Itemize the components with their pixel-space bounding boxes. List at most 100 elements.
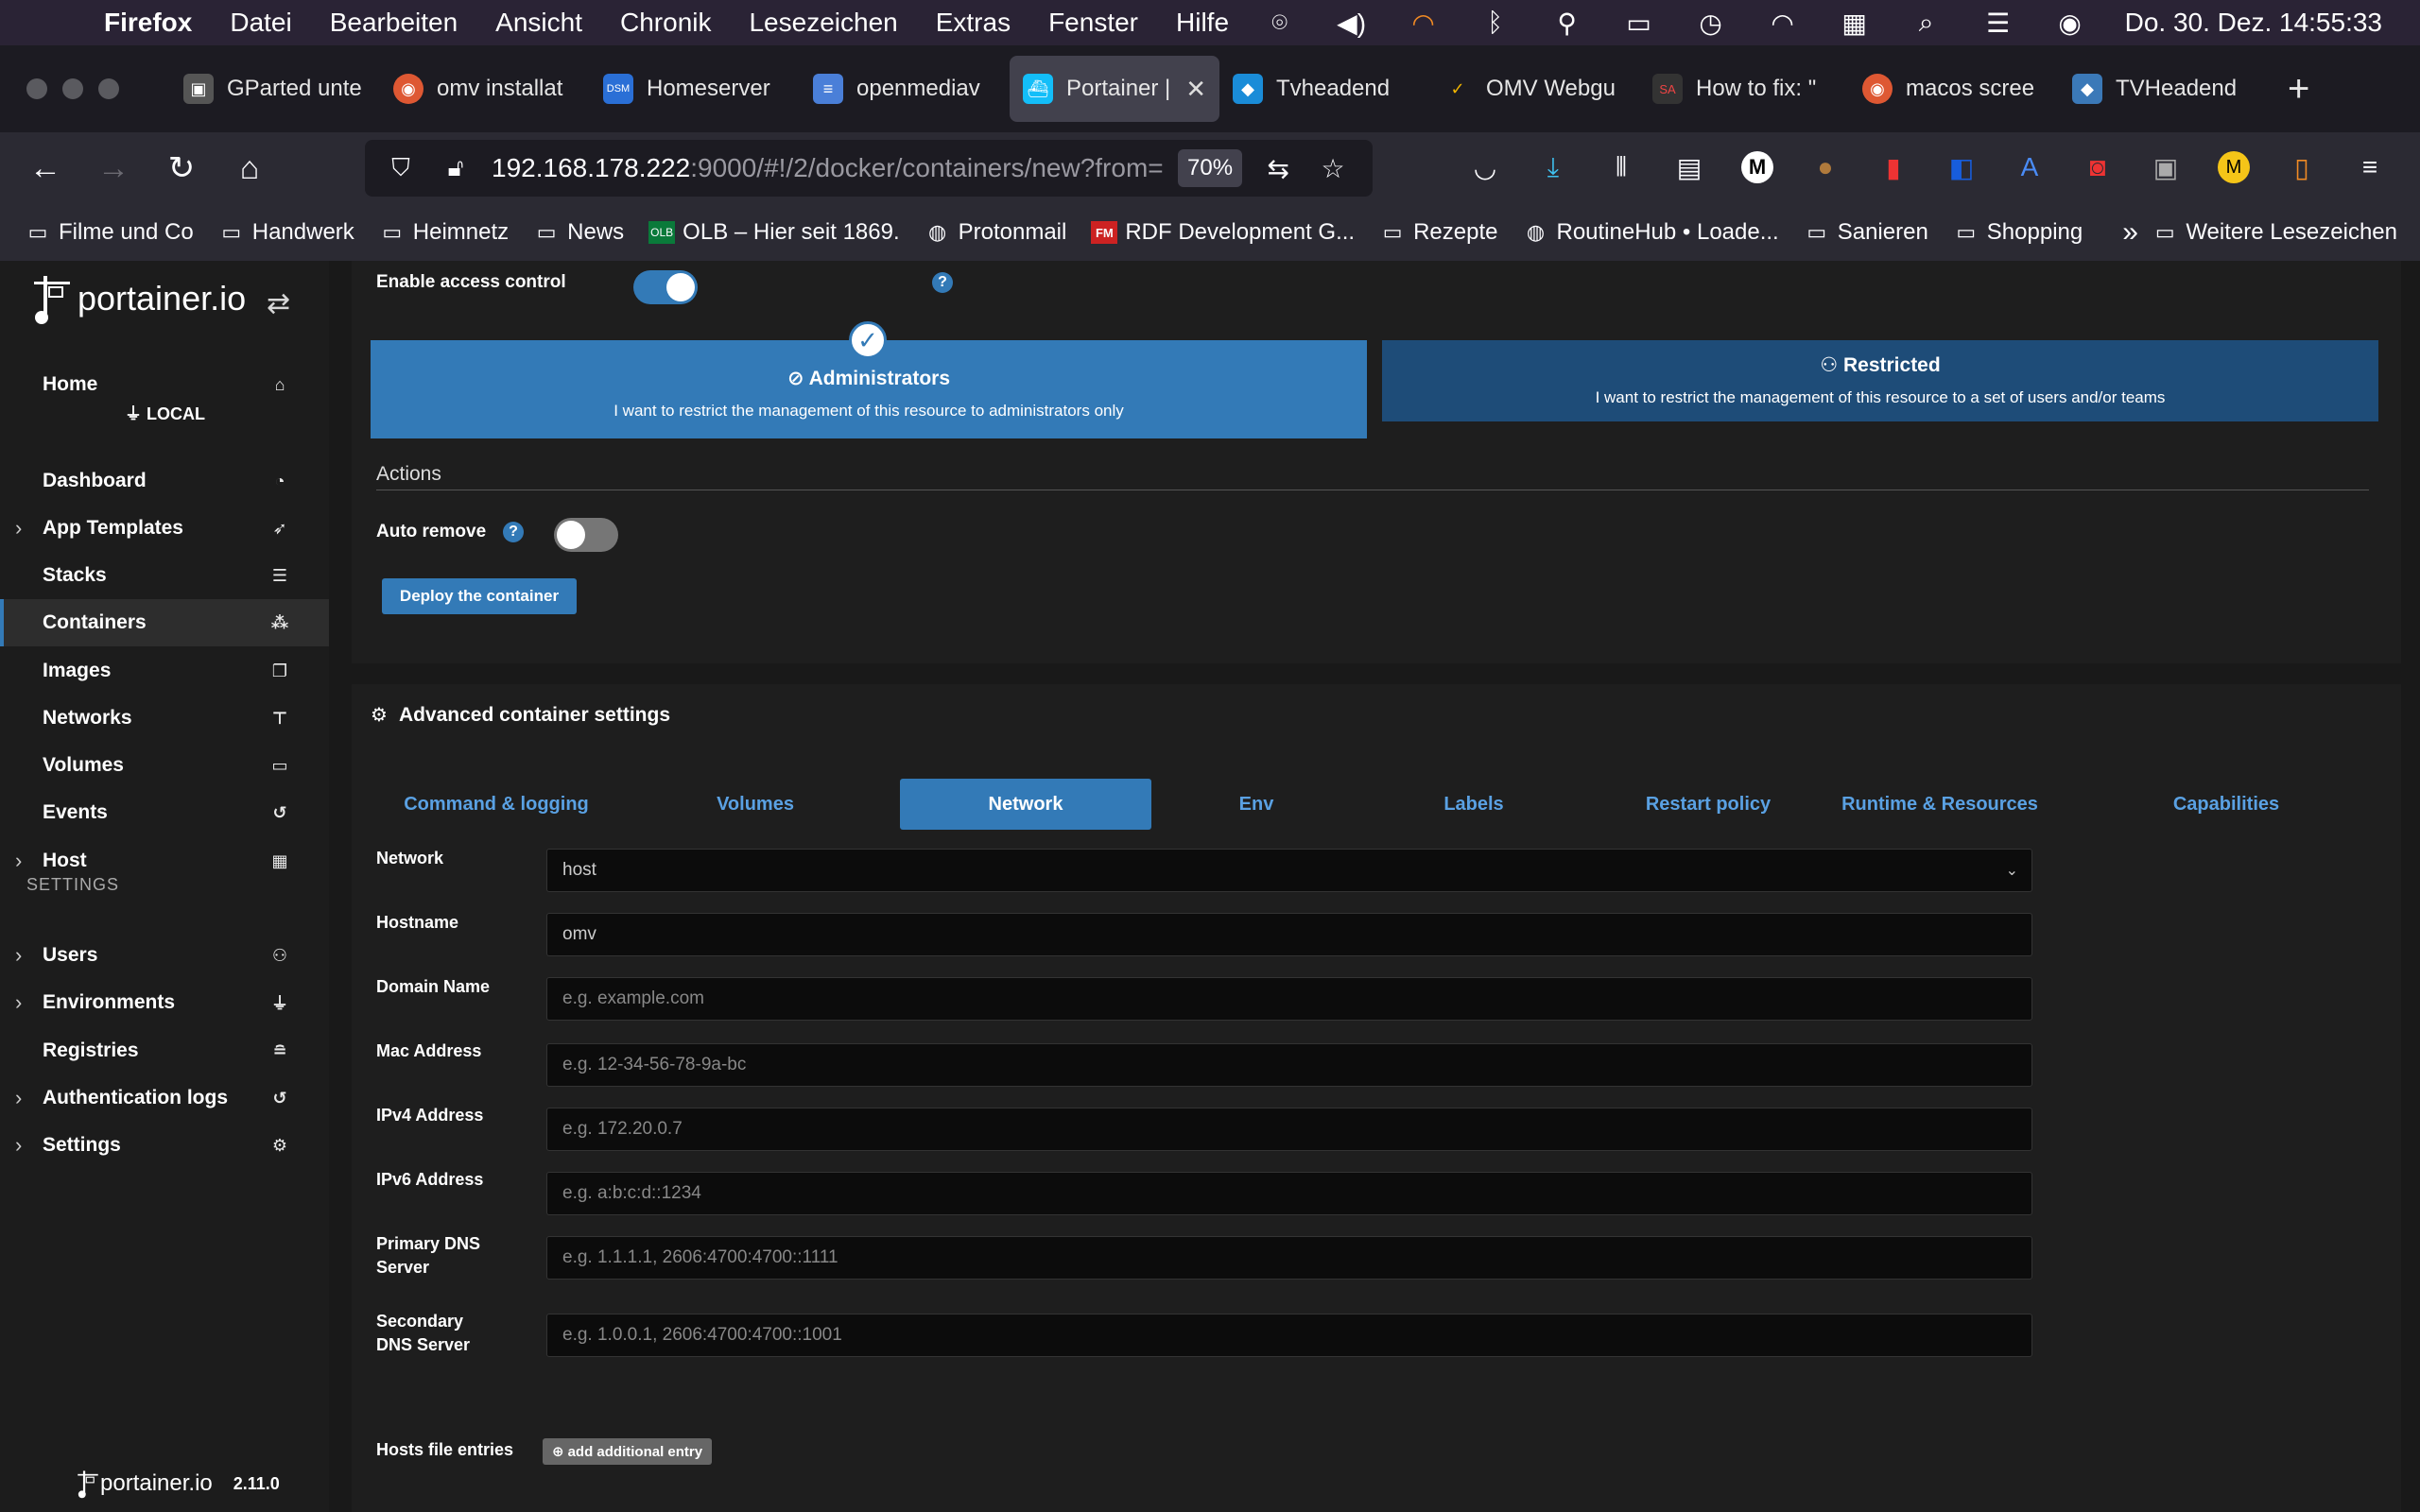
location-icon[interactable]: ⌾ [1263,8,1297,37]
hostname-input[interactable]: omv [546,913,2032,956]
hamburger-menu-icon[interactable]: ≡ [2348,146,2392,189]
menu-datei[interactable]: Datei [230,8,291,38]
menu-fenster[interactable]: Fenster [1048,8,1138,38]
menu-lesezeichen[interactable]: Lesezeichen [749,8,897,38]
bookmark-folder[interactable]: ▭ Sanieren [1804,219,1927,246]
tab-runtime-resources[interactable]: Runtime & Resources [1798,779,2082,830]
browser-tab-tvheadend[interactable]: ◆ Tvheadend [1219,56,1429,122]
bookmark-link[interactable]: FM RDF Development G... [1091,219,1355,246]
sidebar-item-registries[interactable]: Registries ≘ [0,1027,329,1074]
address-bar[interactable]: ⛉ 🔓︎ 192.168.178.222:9000/#!/2/docker/co… [365,140,1373,197]
sidebar-item-images[interactable]: Images ❐ [0,647,329,695]
sidebar-item-events[interactable]: Events ↺ [0,789,329,836]
sidebar-item-volumes[interactable]: Volumes ▭ [0,742,329,789]
ipv6-address-input[interactable]: e.g. a:b:c:d::1234 [546,1172,2032,1215]
extension-translate-icon[interactable]: A [2008,146,2051,189]
bookmark-folder[interactable]: ▭ Rezepte [1379,219,1498,246]
tab-restart-policy[interactable]: Restart policy [1582,779,1834,830]
browser-tab-omv-webgui[interactable]: ✓ OMV Webgu [1429,56,1639,122]
tab-labels[interactable]: Labels [1348,779,1599,830]
zoom-window-button[interactable] [98,78,119,99]
extension-trash-icon[interactable]: ▯ [2280,146,2324,189]
browser-tab-macos-screenshot[interactable]: ◉ macos scree [1849,56,2059,122]
bookmark-link[interactable]: OLB OLB – Hier seit 1869. [648,219,900,246]
secondary-dns-input[interactable]: e.g. 1.0.0.1, 2606:4700:4700::1001 [546,1314,2032,1357]
sidebar-item-networks[interactable]: Networks ⊤ [0,695,329,742]
clock[interactable]: Do. 30. Dez. 14:55:33 [2125,8,2382,38]
menu-extras[interactable]: Extras [936,8,1011,38]
broom-icon[interactable]: ⚲ [1550,9,1584,38]
menu-ansicht[interactable]: Ansicht [495,8,582,38]
browser-tab-omv-install[interactable]: ◉ omv installat [380,56,590,122]
bookmark-folder-other[interactable]: ▭ Weitere Lesezeichen [2152,219,2397,246]
extension-camera-icon[interactable]: ◙ [2076,146,2119,189]
bookmark-folder[interactable]: ▭ News [533,219,624,246]
menu-hilfe[interactable]: Hilfe [1176,8,1229,38]
tab-env[interactable]: Env [1131,779,1382,830]
ipv4-address-input[interactable]: e.g. 172.20.0.7 [546,1108,2032,1151]
add-additional-entry-button[interactable]: ⊕ add additional entry [543,1438,713,1465]
tab-capabilities[interactable]: Capabilities [2100,779,2352,830]
help-icon[interactable]: ? [503,522,524,542]
browser-tab-homeserver[interactable]: DSM Homeserver [590,56,800,122]
domain-name-input[interactable]: e.g. example.com [546,977,2032,1021]
reload-icon[interactable]: ↻ [159,146,204,191]
forward-arrow-icon[interactable]: → [91,146,136,191]
more-bookmarks-chevron-icon[interactable]: » [2122,216,2138,249]
sidebar-item-containers[interactable]: Containers ⁂ [0,599,329,646]
back-arrow-icon[interactable]: ← [23,146,68,191]
new-tab-icon[interactable]: + [2288,68,2309,111]
minimize-window-button[interactable] [62,78,83,99]
network-select[interactable]: host ⌄ [546,849,2032,892]
restricted-option[interactable]: ⚇ Restricted I want to restrict the mana… [1382,340,2378,421]
keyboard-icon[interactable]: ▦ [1838,9,1872,38]
menu-bearbeiten[interactable]: Bearbeiten [330,8,458,38]
browser-tab-portainer[interactable]: ⛴ Portainer | ✕ [1010,56,1219,122]
sidebar-icon[interactable]: ▤ [1668,146,1711,189]
pocket-icon[interactable]: ◡ [1463,146,1507,189]
bookmark-star-icon[interactable]: ☆ [1314,153,1352,184]
home-icon[interactable]: ⌂ [227,146,272,191]
library-icon[interactable]: ⫴ [1599,146,1643,189]
browser-tab-gparted[interactable]: ▣ GParted unte [170,56,380,122]
extension-red-badge-icon[interactable]: ▮ [1872,146,1915,189]
help-icon[interactable]: ? [932,272,953,293]
battery-icon[interactable]: ▭ [1622,9,1656,38]
url-text[interactable]: 192.168.178.222:9000/#!/2/docker/contain… [492,153,1172,183]
bookmark-folder[interactable]: ▭ Handwerk [218,219,354,246]
spotlight-search-icon[interactable]: ⌕ [1910,8,1944,37]
extension-yellow-m-icon[interactable]: M [2218,151,2250,183]
apple-icon[interactable] [38,6,72,40]
bookmark-folder[interactable]: ▭ Heimnetz [379,219,509,246]
auto-remove-toggle[interactable] [554,518,618,552]
sidebar-item-authentication-logs[interactable]: › Authentication logs ↺ [0,1074,329,1122]
downloads-icon[interactable]: ⤓ [1531,146,1575,189]
swap-endpoint-icon[interactable]: ⇄ [267,287,290,320]
tab-command-logging[interactable]: Command & logging [371,779,622,830]
bookmark-folder[interactable]: ▭ Shopping [1953,219,2083,246]
sidebar-item-app-templates[interactable]: › App Templates ➶ [0,505,329,552]
shield-icon[interactable]: ⛉ [382,153,420,183]
sidebar-item-dashboard[interactable]: Dashboard ◔ [0,457,329,505]
sidebar-item-settings[interactable]: › Settings ⚙ [0,1122,329,1169]
browser-tab-openmediavault[interactable]: ≡ openmediav [800,56,1010,122]
volume-icon[interactable]: ◀) [1335,9,1369,38]
primary-dns-input[interactable]: e.g. 1.1.1.1, 2606:4700:4700::1111 [546,1236,2032,1280]
browser-tab-how-to-fix[interactable]: SA How to fix: " [1639,56,1849,122]
sidebar-item-users[interactable]: › Users ⚇ [0,932,329,979]
close-tab-icon[interactable]: ✕ [1185,75,1206,104]
bookmark-link[interactable]: ◍ Protonmail [925,219,1066,246]
time-machine-icon[interactable]: ◷ [1694,9,1728,38]
tab-volumes[interactable]: Volumes [630,779,881,830]
browser-tab-tvheadend-2[interactable]: ◆ TVHeadend [2059,56,2269,122]
extension-bitwarden-icon[interactable]: ◧ [1940,146,1983,189]
extension-m-icon[interactable]: M [1741,151,1773,183]
siri-icon[interactable]: ◉ [2053,9,2087,38]
mac-address-input[interactable]: e.g. 12-34-56-78-9a-bc [546,1043,2032,1087]
menu-chronik[interactable]: Chronik [620,8,711,38]
portainer-logo[interactable]: portainer.io [30,272,246,325]
bookmark-folder[interactable]: ▭ Filme und Co [25,219,194,246]
sidebar-item-stacks[interactable]: Stacks ☰ [0,552,329,599]
deploy-container-button[interactable]: Deploy the container [382,578,577,614]
wifi-icon[interactable]: ◠ [1766,9,1800,38]
